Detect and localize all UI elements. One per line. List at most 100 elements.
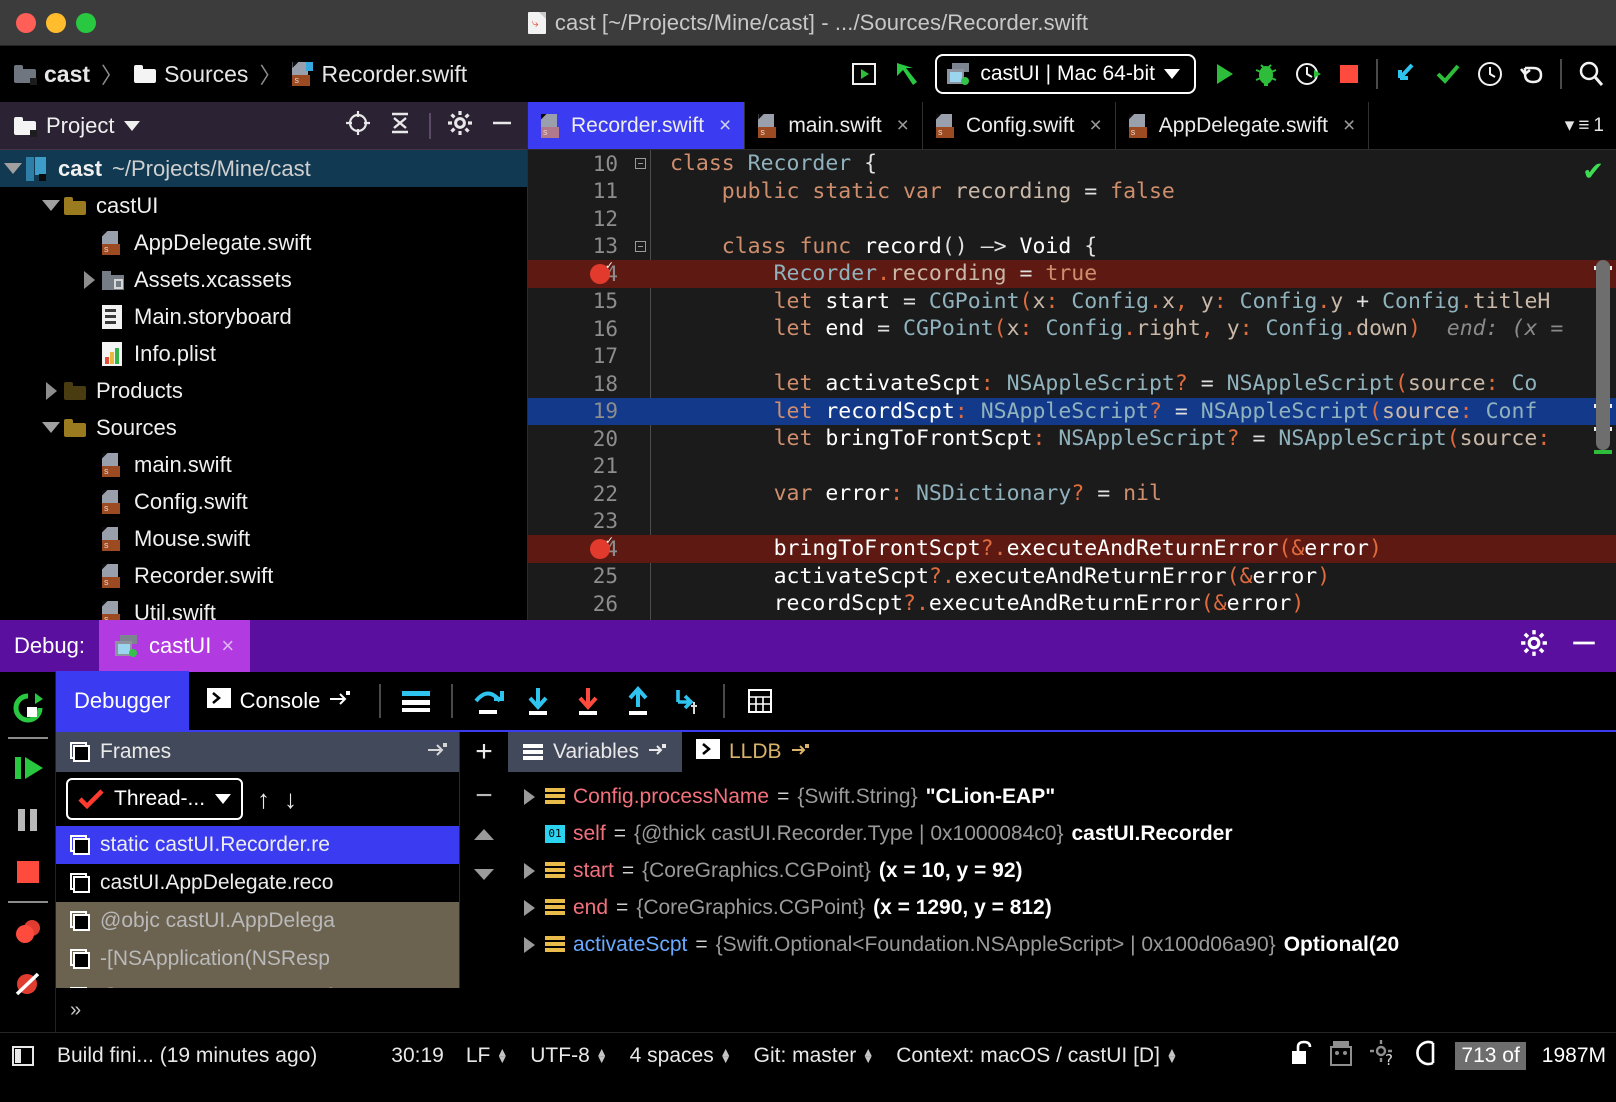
breakpoint-icon[interactable] (590, 539, 610, 559)
code-line[interactable]: 15 let start = CGPoint(x: Config.x, y: C… (528, 288, 1616, 316)
line-number[interactable]: 17 (528, 344, 628, 368)
editor-tab[interactable]: sConfig.swift× (923, 102, 1116, 149)
chevron-right-icon[interactable] (524, 789, 535, 805)
run-icon[interactable] (1210, 60, 1238, 88)
line-number[interactable]: 21 (528, 454, 628, 478)
run-to-cursor-icon[interactable] (851, 61, 877, 87)
line-number[interactable]: 26 (528, 592, 628, 616)
run-to-cursor-icon[interactable] (663, 671, 713, 731)
line-number[interactable]: 23 (528, 509, 628, 533)
chevron-right-icon[interactable] (524, 937, 535, 953)
add-icon[interactable]: + (475, 738, 493, 766)
breadcrumb-item-file[interactable]: s Recorder.swift (292, 61, 467, 88)
code-line[interactable]: 24 bringToFrontScpt?.executeAndReturnErr… (528, 535, 1616, 563)
minimize-icon[interactable] (489, 110, 515, 142)
chevron-right-icon[interactable] (76, 271, 102, 289)
build-icon[interactable] (891, 59, 921, 89)
tree-node[interactable]: Info.plist (0, 335, 527, 372)
code-line[interactable]: 10class Recorder { (528, 150, 1616, 178)
line-number[interactable]: 13 (528, 234, 628, 258)
chevron-down-icon[interactable] (0, 163, 26, 174)
code-line[interactable]: 11 public static var recording = false (528, 178, 1616, 206)
frame-list[interactable]: static castUI.Recorder.recastUI.AppDeleg… (56, 826, 459, 988)
lock-open-icon[interactable] (1289, 1040, 1313, 1072)
line-number[interactable]: 15 (528, 289, 628, 313)
tab-console[interactable]: Console (189, 671, 370, 731)
frame-item[interactable]: -[NSMenuItem _corePerf (56, 978, 459, 988)
breakpoint-icon[interactable] (590, 264, 610, 284)
move-up-icon[interactable] (471, 826, 497, 849)
editor-tab[interactable]: smain.swift× (745, 102, 923, 149)
stop-icon[interactable] (1336, 61, 1362, 87)
inspector-icon[interactable] (1329, 1039, 1353, 1073)
step-out-icon[interactable] (613, 671, 663, 731)
git-branch-selector[interactable]: Git: master ▲▼ (743, 1044, 886, 1068)
close-icon[interactable]: × (897, 114, 909, 138)
collapse-all-icon[interactable] (387, 111, 413, 141)
detach-icon[interactable] (329, 688, 351, 714)
step-into-icon[interactable] (1392, 60, 1420, 88)
line-number[interactable]: 10 (528, 152, 628, 176)
inspection-ok-icon[interactable]: ✔ (1582, 156, 1604, 187)
tree-node[interactable]: sConfig.swift (0, 483, 527, 520)
frame-item[interactable]: static castUI.Recorder.re (56, 826, 459, 864)
tree-node[interactable]: castUI (0, 187, 527, 224)
memory-used[interactable]: 713 of (1455, 1042, 1525, 1070)
tree-node[interactable]: Main.storyboard (0, 298, 527, 335)
fold-gutter[interactable] (628, 241, 652, 252)
undo-icon[interactable] (1518, 60, 1546, 88)
stop-icon[interactable] (0, 846, 56, 898)
line-number[interactable]: 12 (528, 207, 628, 231)
context-selector[interactable]: Context: macOS / castUI [D] ▲▼ (885, 1044, 1189, 1068)
breadcrumb-item-cast[interactable]: cast (14, 61, 90, 88)
step-over-icon[interactable] (463, 671, 513, 731)
pause-icon[interactable] (0, 794, 56, 846)
frame-down-button[interactable]: ↓ (284, 784, 297, 815)
close-icon[interactable]: × (1343, 114, 1355, 138)
project-tree[interactable]: cast~/Projects/Mine/castcastUIsAppDelega… (0, 150, 527, 620)
fold-gutter[interactable] (628, 158, 652, 169)
frame-item[interactable]: -[NSApplication(NSResp (56, 940, 459, 978)
recent-icon[interactable] (1476, 60, 1504, 88)
chevron-down-icon[interactable] (124, 121, 140, 131)
line-number[interactable]: 22 (528, 482, 628, 506)
chevron-right-icon[interactable] (524, 863, 535, 879)
tab-variables[interactable]: Variables (508, 732, 682, 772)
memory-indicator-icon[interactable] (1413, 1039, 1439, 1073)
frame-item[interactable]: castUI.AppDelegate.reco (56, 864, 459, 902)
code-line[interactable]: 14 Recorder.recording = true (528, 260, 1616, 288)
force-step-into-icon[interactable] (563, 671, 613, 731)
breadcrumb-item-sources[interactable]: Sources (134, 61, 248, 88)
caret-position[interactable]: 30:19 (380, 1044, 455, 1068)
locate-icon[interactable] (345, 110, 371, 142)
line-number[interactable]: 19 (528, 399, 628, 423)
line-number[interactable]: 14 (528, 262, 628, 286)
gear-icon[interactable] (1520, 629, 1548, 663)
tree-node[interactable]: cast~/Projects/Mine/cast (0, 150, 527, 187)
tree-node[interactable]: Products (0, 372, 527, 409)
tree-node[interactable]: sMouse.swift (0, 520, 527, 557)
chevron-right-icon[interactable] (38, 382, 64, 400)
debug-icon[interactable] (1252, 60, 1280, 88)
gear-icon[interactable] (447, 110, 473, 142)
code-line[interactable]: 19 let recordScpt: NSAppleScript? = NSAp… (528, 398, 1616, 426)
variable-row[interactable]: start={CoreGraphics.CGPoint}(x = 10, y =… (508, 852, 1616, 889)
code-line[interactable]: 20 let bringToFrontScpt: NSAppleScript? … (528, 425, 1616, 453)
minimize-icon[interactable] (1570, 629, 1598, 663)
line-separator-selector[interactable]: LF ▲▼ (455, 1044, 519, 1068)
chevron-down-icon[interactable] (38, 422, 64, 433)
tab-lldb[interactable]: LLDB (682, 732, 825, 772)
line-number[interactable]: 18 (528, 372, 628, 396)
tab-debugger[interactable]: Debugger (56, 671, 189, 731)
tree-node[interactable]: Assets.xcassets (0, 261, 527, 298)
collapse-icon[interactable] (635, 241, 646, 252)
code-line[interactable]: 26 recordScpt?.executeAndReturnError(&er… (528, 590, 1616, 618)
frame-item[interactable]: @objc castUI.AppDelega (56, 902, 459, 940)
line-number[interactable]: 25 (528, 564, 628, 588)
detach-icon[interactable] (791, 740, 811, 764)
remove-icon[interactable]: − (475, 782, 493, 810)
frame-up-button[interactable]: ↑ (257, 784, 270, 815)
gear-question-icon[interactable]: ? (1369, 1039, 1397, 1073)
resume-icon[interactable] (0, 742, 56, 794)
evaluate-expression-icon[interactable] (735, 671, 785, 731)
